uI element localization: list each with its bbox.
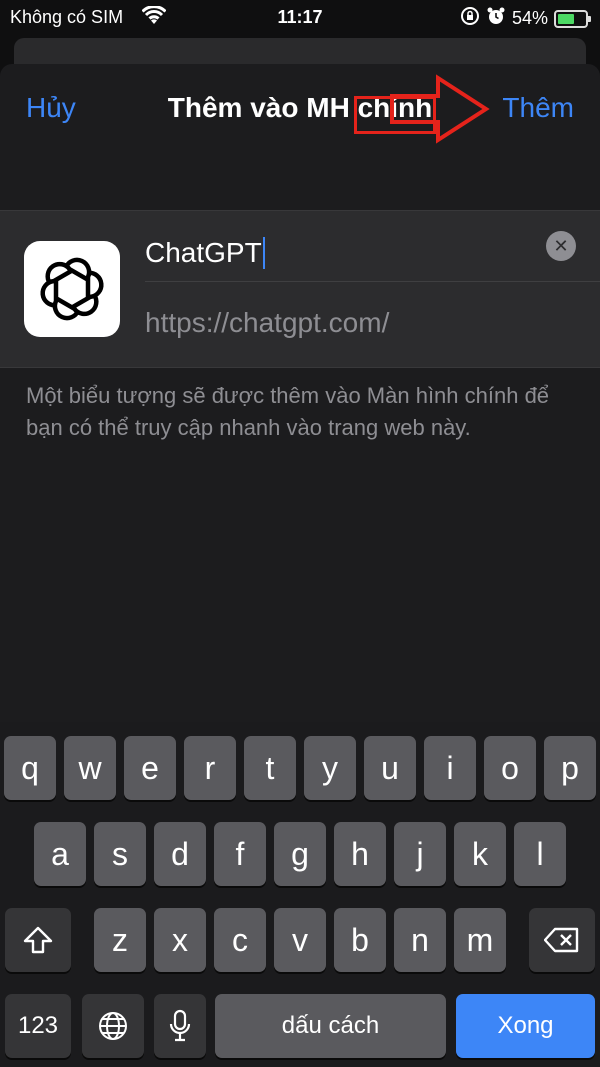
key-label: s <box>112 835 128 872</box>
key-label: d <box>171 835 189 872</box>
alarm-icon <box>486 6 506 31</box>
key-e[interactable]: e <box>124 736 176 800</box>
key-label: j <box>416 835 424 872</box>
microphone-icon <box>169 1009 191 1042</box>
shift-icon <box>23 926 53 954</box>
key-x[interactable]: x <box>154 908 206 972</box>
sheet-nav-bar: Hủy Thêm vào MH chính Thêm <box>0 64 600 154</box>
key-label: w <box>78 749 102 786</box>
done-key[interactable]: Xong <box>456 994 595 1058</box>
key-label: r <box>204 749 216 786</box>
annotation-arrow-icon <box>390 74 490 144</box>
globe-icon <box>99 1012 127 1040</box>
key-c[interactable]: c <box>214 908 266 972</box>
key-label: g <box>291 835 309 872</box>
shift-key[interactable] <box>5 908 71 972</box>
key-v[interactable]: v <box>274 908 326 972</box>
text-caret <box>262 237 265 269</box>
space-key[interactable]: dấu cách <box>215 994 446 1058</box>
key-label: v <box>292 921 308 958</box>
key-label: t <box>265 749 275 786</box>
key-m[interactable]: m <box>454 908 506 972</box>
key-i[interactable]: i <box>424 736 476 800</box>
name-field[interactable]: ChatGPT <box>145 227 585 279</box>
key-o[interactable]: o <box>484 736 536 800</box>
key-k[interactable]: k <box>454 822 506 886</box>
key-label: a <box>51 835 69 872</box>
key-p[interactable]: p <box>544 736 596 800</box>
numbers-key-label: 123 <box>17 1012 59 1039</box>
key-b[interactable]: b <box>334 908 386 972</box>
dictation-key[interactable] <box>154 994 206 1058</box>
key-y[interactable]: y <box>304 736 356 800</box>
key-label: y <box>322 749 338 786</box>
key-r[interactable]: r <box>184 736 236 800</box>
backspace-icon <box>544 927 579 953</box>
status-bar: Không có SIM 11:17 54% <box>0 0 600 34</box>
keyboard: q w e r t y u i o p a s d f g h j k l z x c v b nm 123 dấu các… <box>0 722 600 1067</box>
backspace-key[interactable] <box>529 908 595 972</box>
globe-key[interactable] <box>82 994 144 1058</box>
chatgpt-logo-icon <box>24 241 120 337</box>
bookmark-card: ChatGPT ✕ https://chatgpt.com/ <box>0 210 600 368</box>
done-key-label: Xong <box>497 1012 554 1039</box>
key-label: o <box>501 749 519 786</box>
key-label: u <box>381 749 399 786</box>
battery-icon <box>554 9 591 28</box>
clear-text-button[interactable]: ✕ <box>546 231 576 261</box>
key-l[interactable]: l <box>514 822 566 886</box>
url-label: https://chatgpt.com/ <box>145 307 390 338</box>
divider <box>145 281 600 282</box>
key-d[interactable]: d <box>154 822 206 886</box>
key-label: c <box>232 921 248 958</box>
key-z[interactable]: z <box>94 908 146 972</box>
key-j[interactable]: j <box>394 822 446 886</box>
key-label: z <box>112 921 128 958</box>
key-n[interactable]: n <box>394 908 446 972</box>
key-f[interactable]: f <box>214 822 266 886</box>
battery-percent: 54% <box>511 8 548 28</box>
name-field-value: ChatGPT <box>145 237 262 268</box>
key-label: n <box>411 921 429 958</box>
add-to-home-sheet: Hủy Thêm vào MH chính Thêm ChatGPT ✕ htt… <box>0 64 600 724</box>
key-label: h <box>351 835 369 872</box>
key-label: m <box>466 921 494 958</box>
key-s[interactable]: s <box>94 822 146 886</box>
key-q[interactable]: q <box>4 736 56 800</box>
key-a[interactable]: a <box>34 822 86 886</box>
key-label: x <box>172 921 188 958</box>
key-g[interactable]: g <box>274 822 326 886</box>
key-u[interactable]: u <box>364 736 416 800</box>
key-label: i <box>446 749 454 786</box>
key-label: b <box>351 921 369 958</box>
key-label: l <box>536 835 544 872</box>
description-text: Một biểu tượng sẽ được thêm vào Màn hình… <box>26 383 550 440</box>
key-label: p <box>561 749 579 786</box>
space-key-label: dấu cách <box>281 1012 380 1039</box>
numbers-key[interactable]: 123 <box>5 994 71 1058</box>
orientation-lock-icon <box>460 6 480 31</box>
key-label: e <box>141 749 159 786</box>
key-t[interactable]: t <box>244 736 296 800</box>
key-label: q <box>21 749 39 786</box>
close-icon: ✕ <box>553 235 569 256</box>
key-h[interactable]: h <box>334 822 386 886</box>
add-button[interactable]: Thêm <box>502 92 574 124</box>
key-label: f <box>235 835 245 872</box>
key-label: k <box>472 835 488 872</box>
key-w[interactable]: w <box>64 736 116 800</box>
